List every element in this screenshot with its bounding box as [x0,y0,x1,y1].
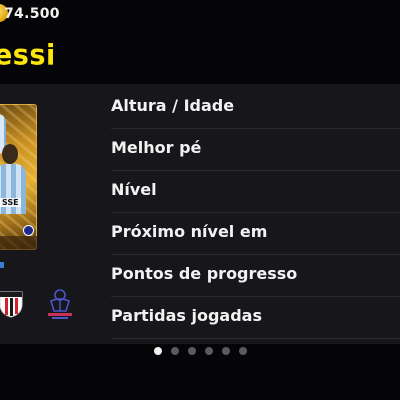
coin-amount: 74.500 [4,6,60,22]
page-dot[interactable] [188,347,196,355]
stat-row-matches-played: Partidas jogadas [111,296,400,339]
federation-badge-icon [48,289,72,319]
nationality-flag-icon [0,262,4,268]
card-player-name: SSE [0,198,21,207]
stat-label: Pontos de progresso [111,264,298,283]
player-card[interactable]: SSE [0,104,37,250]
page-dot[interactable] [222,347,230,355]
player-name: essi [0,39,56,72]
page-dot[interactable] [239,347,247,355]
club-crest-icon [0,291,23,318]
stat-row-next-level: Próximo nível em [111,212,400,255]
stat-label: Partidas jogadas [111,306,262,325]
stat-row-level: Nível [111,170,400,213]
stat-label: Nível [111,180,157,199]
page-dot[interactable] [205,347,213,355]
stat-row-best-foot: Melhor pé [111,128,400,171]
stat-label: Altura / Idade [111,96,235,115]
efootball-logo-icon [23,225,34,236]
stat-row-height-age: Altura / Idade [111,86,400,129]
stat-row-progress-points: Pontos de progresso [111,254,400,297]
card-player-head [2,144,18,164]
page-dot[interactable] [171,347,179,355]
coin-balance: 74.500 [0,0,80,32]
stat-label: Melhor pé [111,138,202,157]
stat-label: Próximo nível em [111,222,268,241]
page-dot[interactable] [154,347,162,355]
card-bottom-strip [0,236,37,250]
